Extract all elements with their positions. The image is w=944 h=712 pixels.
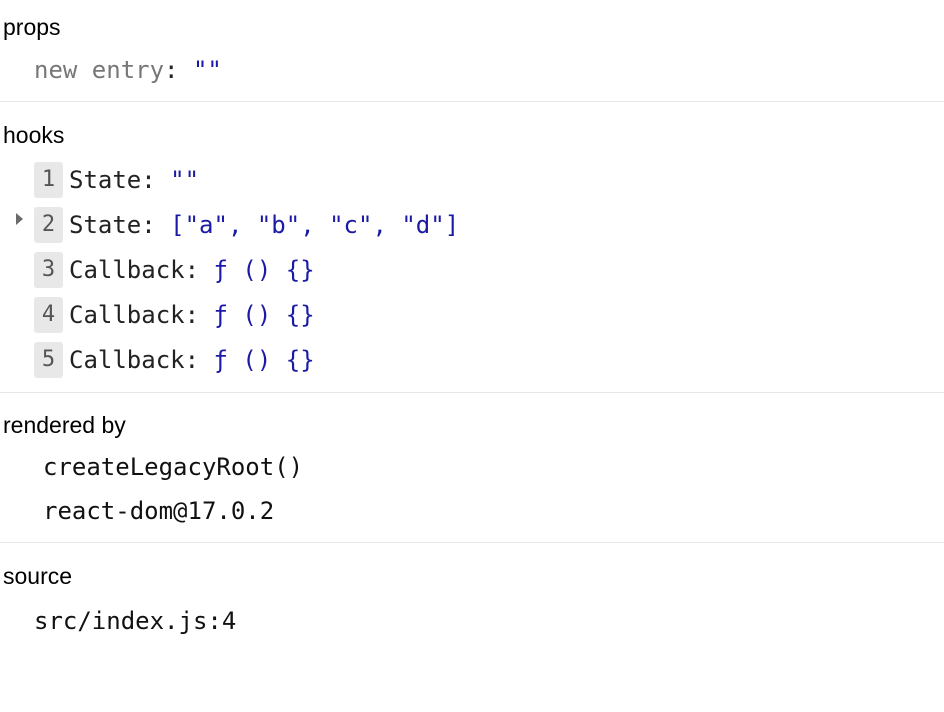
divider <box>0 542 944 543</box>
hook-index-badge: 3 <box>34 252 63 288</box>
props-section-title: props <box>3 14 61 40</box>
rendered-by-section-title: rendered by <box>3 412 126 438</box>
hook-index-badge: 5 <box>34 342 63 378</box>
hook-sep: : <box>141 166 171 194</box>
hook-name: Callback <box>69 346 185 374</box>
rendered-by-item[interactable]: react-dom@17.0.2 <box>43 492 274 530</box>
hook-index-badge: 2 <box>34 207 63 243</box>
hook-row[interactable]: 3 Callback: ƒ () {} <box>34 251 315 289</box>
hook-name: State <box>69 211 142 239</box>
hook-row[interactable]: 4 Callback: ƒ () {} <box>34 296 315 334</box>
hook-value[interactable]: ƒ () {} <box>214 346 315 374</box>
source-section-title: source <box>3 563 73 589</box>
hook-name: Callback <box>69 301 185 329</box>
props-entry[interactable]: new entry: "" <box>34 51 222 89</box>
hooks-section-title: hooks <box>3 122 65 148</box>
divider <box>0 392 944 393</box>
hook-sep: : <box>184 256 214 284</box>
hook-name: Callback <box>69 256 185 284</box>
hook-sep: : <box>184 301 214 329</box>
props-entry-value[interactable]: "" <box>193 56 222 84</box>
hook-name: State <box>69 166 142 194</box>
props-entry-key[interactable]: new entry <box>34 56 164 84</box>
hook-value[interactable]: "" <box>170 166 199 194</box>
hook-value[interactable]: ["a", "b", "c", "d"] <box>170 211 459 239</box>
source-link[interactable]: src/index.js:4 <box>34 602 236 640</box>
rendered-by-item[interactable]: createLegacyRoot() <box>43 448 303 486</box>
hook-index-badge: 4 <box>34 297 63 333</box>
hook-row[interactable]: 1 State: "" <box>34 161 199 199</box>
hook-sep: : <box>141 211 171 239</box>
hook-row[interactable]: 2 State: ["a", "b", "c", "d"] <box>34 206 459 244</box>
divider <box>0 101 944 102</box>
hook-index-badge: 1 <box>34 162 63 198</box>
hook-sep: : <box>184 346 214 374</box>
expand-arrow-icon[interactable] <box>16 213 23 225</box>
hook-value[interactable]: ƒ () {} <box>214 301 315 329</box>
hook-row[interactable]: 5 Callback: ƒ () {} <box>34 341 315 379</box>
props-entry-sep: : <box>164 56 193 84</box>
hook-value[interactable]: ƒ () {} <box>214 256 315 284</box>
